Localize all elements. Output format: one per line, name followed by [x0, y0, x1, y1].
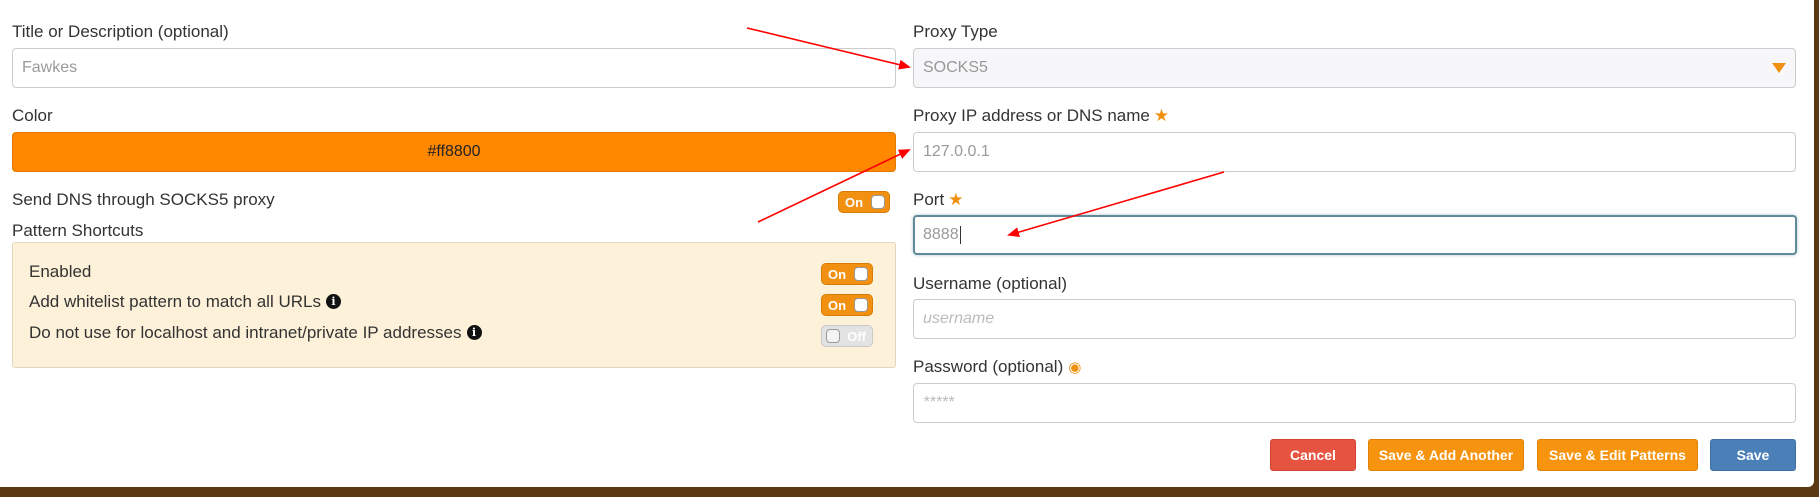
dns-toggle[interactable]: On: [838, 191, 890, 213]
star-icon: ★: [948, 190, 964, 209]
port-value: 8888: [923, 226, 959, 243]
dns-label: Send DNS through SOCKS5 proxy: [12, 190, 275, 209]
proxy-type-select[interactable]: SOCKS5: [913, 48, 1796, 88]
save-add-another-button[interactable]: Save & Add Another: [1368, 439, 1524, 471]
title-value: Fawkes: [22, 59, 78, 76]
localhost-label: Do not use for localhost and intranet/pr…: [29, 323, 462, 342]
toggle-knob: [826, 329, 840, 343]
whitelist-toggle[interactable]: On: [821, 294, 873, 316]
color-label: Color: [12, 106, 53, 125]
password-label-row: Password (optional) ◉: [913, 357, 1081, 377]
ip-label-row: Proxy IP address or DNS name ★: [913, 106, 1169, 126]
info-icon[interactable]: i: [466, 325, 482, 340]
port-label: Port: [913, 190, 945, 209]
toggle-knob: [854, 267, 868, 281]
enabled-label: Enabled: [29, 262, 92, 281]
toggle-knob: [871, 195, 885, 209]
localhost-row: Do not use for localhost and intranet/pr…: [29, 323, 482, 343]
toggle-knob: [854, 298, 868, 312]
username-placeholder: username: [923, 310, 995, 327]
username-label: Username (optional): [913, 274, 1068, 293]
enabled-toggle-text: On: [828, 267, 847, 282]
color-picker[interactable]: #ff8800: [12, 132, 896, 172]
whitelist-row: Add whitelist pattern to match all URLs i: [29, 292, 341, 312]
port-label-row: Port ★: [913, 190, 963, 210]
text-cursor: [959, 225, 961, 244]
save-button[interactable]: Save: [1710, 439, 1796, 471]
pattern-shortcuts-box: Enabled On Add whitelist pattern to matc…: [12, 242, 896, 368]
username-input[interactable]: username: [913, 299, 1796, 339]
whitelist-label: Add whitelist pattern to match all URLs: [29, 292, 321, 311]
localhost-toggle-text: Off: [847, 329, 866, 344]
localhost-toggle[interactable]: Off: [821, 325, 873, 347]
pattern-shortcuts-label: Pattern Shortcuts: [12, 221, 144, 240]
dns-toggle-text: On: [845, 195, 864, 210]
save-edit-patterns-button[interactable]: Save & Edit Patterns: [1537, 439, 1698, 471]
port-input[interactable]: 8888: [913, 215, 1797, 255]
password-placeholder: *****: [923, 394, 955, 411]
title-input[interactable]: Fawkes: [12, 48, 896, 88]
proxy-type-value: SOCKS5: [923, 59, 988, 76]
title-label: Title or Description (optional): [12, 22, 229, 41]
caret-down-icon: [1772, 63, 1786, 73]
cancel-button[interactable]: Cancel: [1270, 439, 1356, 471]
password-label: Password (optional): [913, 357, 1064, 376]
enabled-toggle[interactable]: On: [821, 263, 873, 285]
eye-icon[interactable]: ◉: [1068, 359, 1081, 376]
info-icon[interactable]: i: [325, 294, 341, 309]
ip-placeholder: 127.0.0.1: [923, 143, 990, 160]
proxy-type-label: Proxy Type: [913, 22, 998, 41]
proxy-edit-panel: Title or Description (optional) Fawkes C…: [0, 0, 1814, 487]
ip-input[interactable]: 127.0.0.1: [913, 132, 1796, 172]
password-input[interactable]: *****: [913, 383, 1796, 423]
star-icon: ★: [1153, 106, 1170, 125]
ip-label: Proxy IP address or DNS name: [913, 106, 1150, 125]
whitelist-toggle-text: On: [828, 298, 847, 313]
